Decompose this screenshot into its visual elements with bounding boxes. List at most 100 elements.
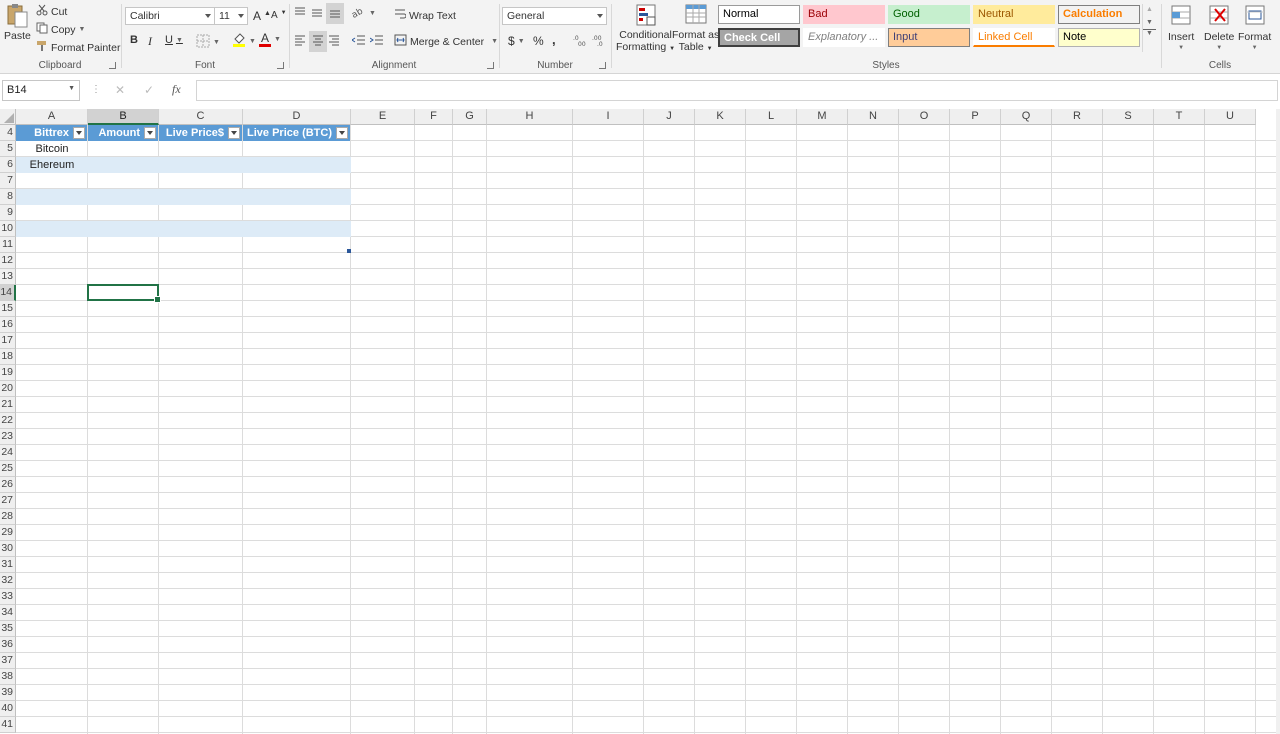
style-note[interactable]: Note (1058, 28, 1140, 47)
row-header-37[interactable]: 37 (0, 653, 16, 669)
italic-button[interactable]: I (148, 34, 152, 49)
clipboard-launcher-icon[interactable] (109, 62, 116, 69)
paste-button[interactable]: Paste (4, 2, 31, 42)
formula-input[interactable] (196, 80, 1278, 101)
enter-icon[interactable]: ✓ (144, 83, 154, 97)
number-launcher-icon[interactable] (599, 62, 606, 69)
row-header-6[interactable]: 6 (0, 157, 16, 173)
column-header-p[interactable]: P (950, 109, 1001, 125)
align-center-button[interactable] (309, 31, 327, 52)
column-header-r[interactable]: R (1052, 109, 1103, 125)
font-launcher-icon[interactable] (277, 62, 284, 69)
style-input[interactable]: Input (888, 28, 970, 47)
table-header-cell[interactable]: Bittrex (16, 125, 87, 141)
row-header-9[interactable]: 9 (0, 205, 16, 221)
row-header-35[interactable]: 35 (0, 621, 16, 637)
row-header-12[interactable]: 12 (0, 253, 16, 269)
column-header-j[interactable]: J (644, 109, 695, 125)
row-header-40[interactable]: 40 (0, 701, 16, 717)
bottom-align-button[interactable] (326, 3, 344, 24)
row-header-15[interactable]: 15 (0, 301, 16, 317)
vertical-scrollbar[interactable] (1276, 109, 1280, 734)
column-header-d[interactable]: D (243, 109, 351, 125)
table-header-cell[interactable]: Live Price (BTC) (243, 125, 350, 141)
column-header-g[interactable]: G (453, 109, 487, 125)
filter-dropdown-icon[interactable] (73, 127, 85, 139)
chevron-down-icon[interactable]: ▼ (68, 85, 75, 92)
table-resize-handle[interactable] (347, 249, 351, 253)
orientation-button[interactable]: ab ▼ (350, 6, 376, 21)
column-header-l[interactable]: L (746, 109, 797, 125)
bold-button[interactable]: B (130, 34, 138, 46)
filter-dropdown-icon[interactable] (144, 127, 156, 139)
table-cell[interactable]: Bitcoin (16, 141, 88, 157)
column-header-o[interactable]: O (899, 109, 950, 125)
column-header-c[interactable]: C (159, 109, 243, 125)
number-format-select[interactable]: General (502, 7, 607, 25)
column-header-i[interactable]: I (573, 109, 644, 125)
row-header-4[interactable]: 4 (0, 125, 16, 141)
wrap-text-button[interactable]: Wrap Text (394, 8, 456, 23)
cancel-icon[interactable]: ✕ (115, 83, 125, 97)
row-header-24[interactable]: 24 (0, 445, 16, 461)
column-header-b[interactable]: B (88, 109, 159, 125)
row-header-8[interactable]: 8 (0, 189, 16, 205)
font-size-select[interactable]: 11 (214, 7, 248, 25)
row-header-28[interactable]: 28 (0, 509, 16, 525)
grow-font-button[interactable]: A ▲ (253, 9, 271, 23)
insert-function-icon[interactable]: fx (172, 82, 181, 97)
column-header-f[interactable]: F (415, 109, 453, 125)
style-neutral[interactable]: Neutral (973, 5, 1055, 24)
top-align-button[interactable] (294, 6, 306, 21)
cut-button[interactable]: Cut (36, 4, 67, 19)
font-family-select[interactable]: Calibri (125, 7, 215, 25)
borders-button[interactable]: ▼ (196, 34, 220, 51)
fill-color-button[interactable]: ▼ (232, 32, 256, 51)
row-header-19[interactable]: 19 (0, 365, 16, 381)
delete-button[interactable]: Delete ▼ (1204, 3, 1234, 51)
row-header-38[interactable]: 38 (0, 669, 16, 685)
increase-indent-button[interactable] (369, 34, 384, 49)
select-all-corner[interactable] (0, 109, 16, 125)
row-header-29[interactable]: 29 (0, 525, 16, 541)
style-explanatory[interactable]: Explanatory ... (803, 28, 885, 47)
comma-button[interactable]: , (552, 32, 556, 47)
formula-bar-grip-icon[interactable]: ⋮ (91, 84, 101, 95)
filter-dropdown-icon[interactable] (336, 127, 348, 139)
table-cell[interactable]: Ehereum (16, 157, 88, 173)
row-header-5[interactable]: 5 (0, 141, 16, 157)
currency-button[interactable]: $ ▼ (508, 34, 525, 48)
insert-button[interactable]: Insert ▼ (1168, 3, 1194, 51)
column-header-e[interactable]: E (351, 109, 415, 125)
row-header-18[interactable]: 18 (0, 349, 16, 365)
column-header-q[interactable]: Q (1001, 109, 1052, 125)
increase-decimal-button[interactable]: .0 00 (573, 34, 587, 49)
row-header-26[interactable]: 26 (0, 477, 16, 493)
column-header-s[interactable]: S (1103, 109, 1154, 125)
font-color-button[interactable]: A ▼ (259, 32, 281, 47)
gallery-scroll[interactable]: ▲ ▼ ▼ (1142, 4, 1156, 52)
row-header-20[interactable]: 20 (0, 381, 16, 397)
copy-button[interactable]: Copy ▼ (36, 22, 85, 37)
row-header-21[interactable]: 21 (0, 397, 16, 413)
row-header-27[interactable]: 27 (0, 493, 16, 509)
style-normal[interactable]: Normal (718, 5, 800, 24)
row-header-10[interactable]: 10 (0, 221, 16, 237)
filter-dropdown-icon[interactable] (228, 127, 240, 139)
row-header-13[interactable]: 13 (0, 269, 16, 285)
format-as-table-button[interactable]: Format as Table ▼ (672, 3, 719, 55)
percent-button[interactable]: % (533, 34, 544, 48)
row-header-22[interactable]: 22 (0, 413, 16, 429)
style-check-cell[interactable]: Check Cell (718, 28, 800, 47)
table-header-cell[interactable]: Amount (88, 125, 158, 141)
row-header-25[interactable]: 25 (0, 461, 16, 477)
column-header-n[interactable]: N (848, 109, 899, 125)
row-header-39[interactable]: 39 (0, 685, 16, 701)
row-header-41[interactable]: 41 (0, 717, 16, 733)
table-header-cell[interactable]: Live Price$ (159, 125, 242, 141)
column-header-m[interactable]: M (797, 109, 848, 125)
underline-button[interactable]: U ▼ (165, 34, 183, 46)
alignment-launcher-icon[interactable] (487, 62, 494, 69)
middle-align-button[interactable] (311, 6, 323, 21)
row-header-33[interactable]: 33 (0, 589, 16, 605)
